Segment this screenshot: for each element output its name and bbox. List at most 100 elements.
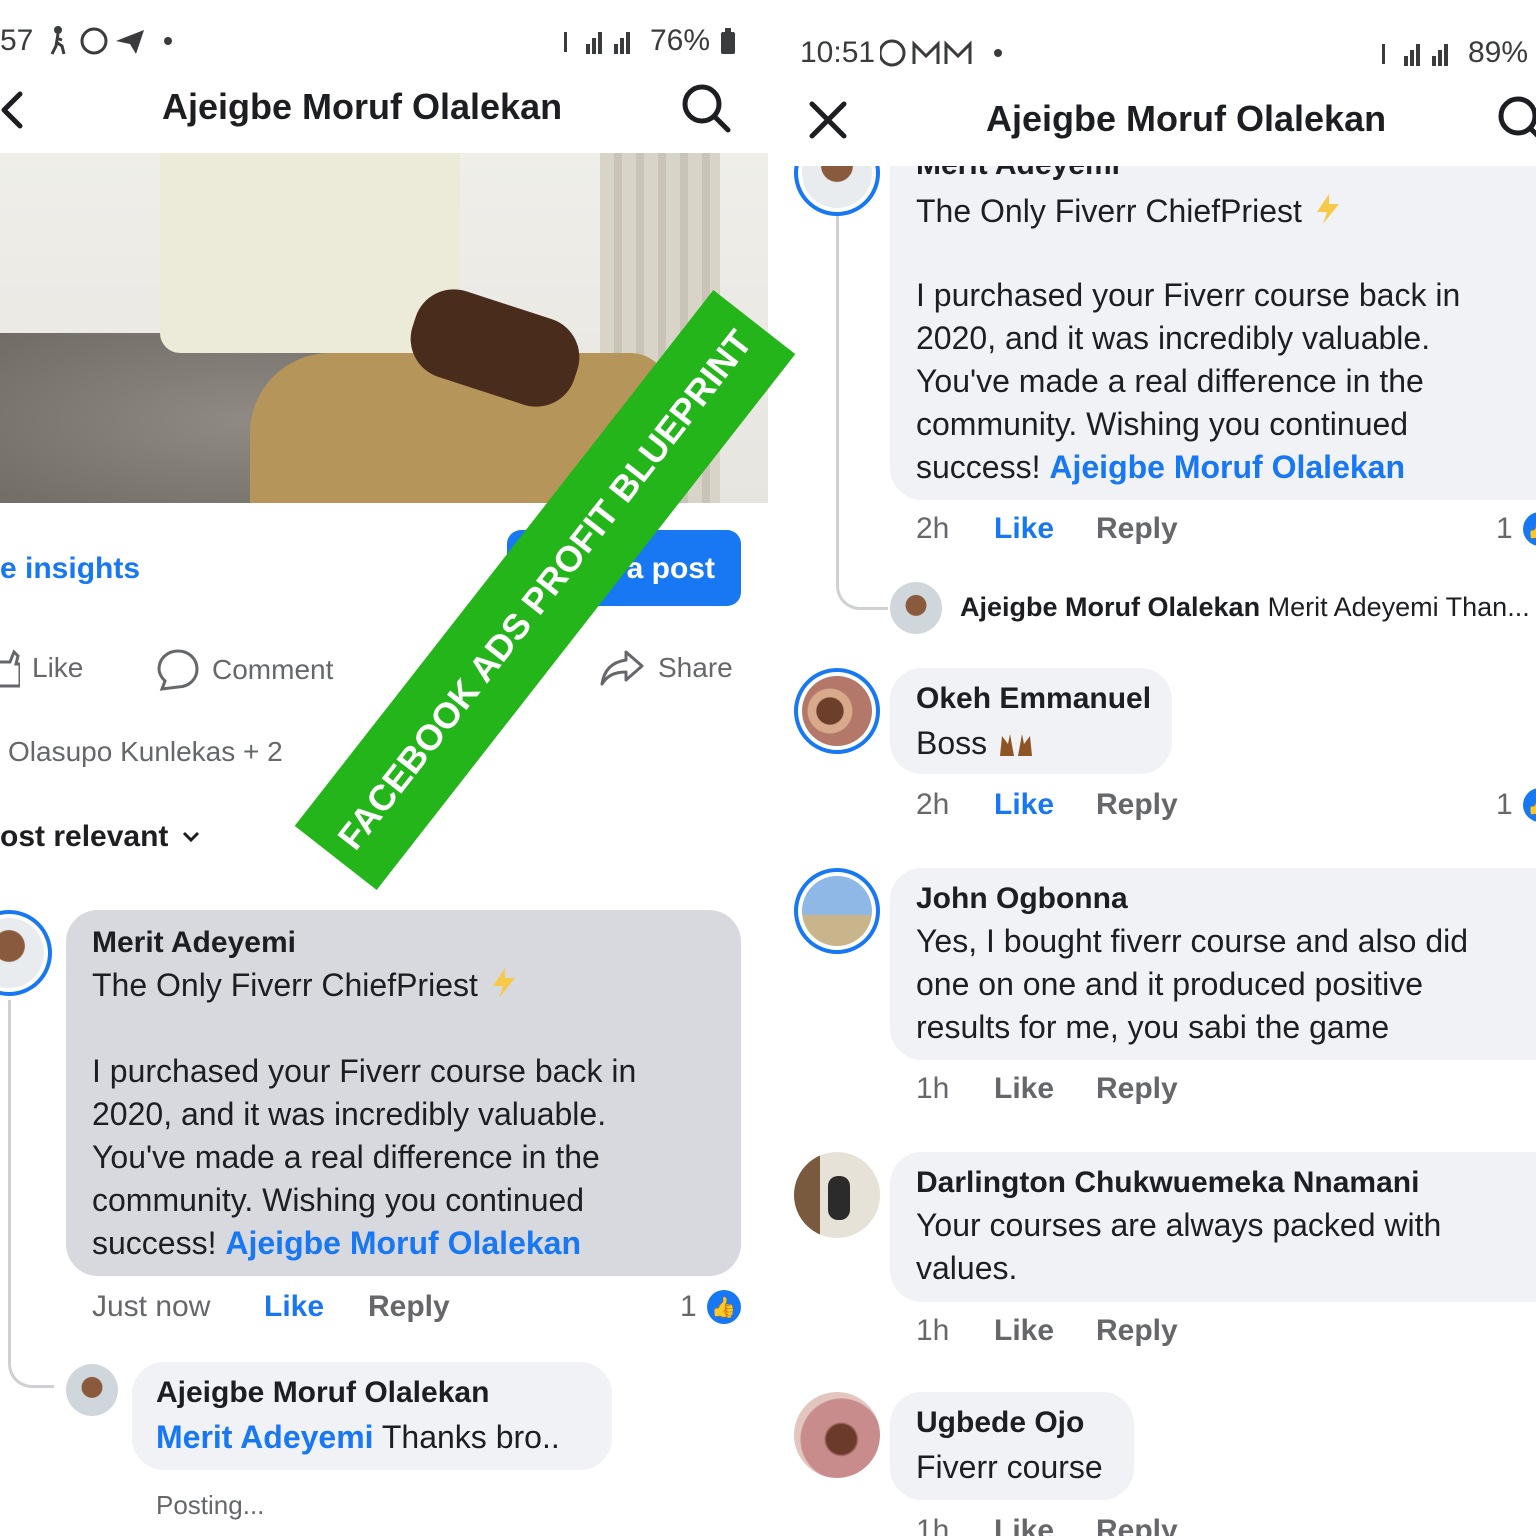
reply-author[interactable]: Ajeigbe Moruf Olalekan [156,1376,489,1410]
comment-like-button[interactable]: Like [994,788,1054,822]
comment-line: Your courses are always packed with [916,1207,1442,1243]
comment-bubble-john[interactable]: John Ogbonna Yes, I bought fiverr course… [890,868,1536,1060]
reply-mention-link[interactable]: Merit Adeyemi [156,1419,374,1455]
status-notification-icons [878,36,1010,78]
comment-line: 2020, and it was incredibly valuable. [92,1096,607,1132]
share-icon [600,650,644,686]
comment-author[interactable]: Ugbede Ojo [916,1406,1084,1440]
battery-icon [721,28,735,54]
comment-author[interactable]: Merit Adeyemi [916,166,1120,182]
author-badge: The Only Fiverr ChiefPriest [916,190,1345,233]
thumbs-up-icon [0,649,20,688]
share-action[interactable]: Share [600,648,733,688]
comment-line: Yes, I bought fiverr course and also did [916,923,1469,959]
comment-author[interactable]: Okeh Emmanuel [916,682,1151,716]
comment-author[interactable]: John Ogbonna [916,882,1128,916]
comment-meta: 2h Like Reply 1 👍 [916,788,1536,828]
comment-reply-button[interactable]: Reply [1096,1072,1178,1106]
avatar-john-ogbonna[interactable] [794,868,880,954]
sort-label: ost relevant [0,820,169,853]
avatar-ugbede-ojo[interactable] [794,1392,880,1478]
search-icon[interactable] [1496,94,1536,146]
reply-bubble-ajeigbe[interactable]: Ajeigbe Moruf Olalekan Merit Adeyemi Tha… [132,1362,612,1470]
comment-line-last: success! Ajeigbe Moruf Olalekan [916,446,1460,489]
comment-line-prefix: success! [92,1225,226,1261]
comment-action-label: Comment [212,654,334,685]
comment-bubble-ugbede[interactable]: Ugbede Ojo Fiverr course [890,1392,1134,1500]
comment-reply-button[interactable]: Reply [1096,512,1178,546]
comment-line: one on one and it produced positive [916,966,1424,1002]
like-action[interactable]: Like [0,648,83,688]
comment-line: I purchased your Fiverr course back in [92,1053,637,1089]
notification-icons [878,39,1002,67]
comment-like-button[interactable]: Like [264,1290,324,1324]
comments-list[interactable]: Merit Adeyemi The Only Fiverr ChiefPries… [768,166,1536,1536]
comment-like-button[interactable]: Like [994,512,1054,546]
comment-reply-button[interactable]: Reply [1096,1514,1178,1536]
status-time: 10:51 [800,36,876,69]
lightning-icon [492,968,515,998]
comment-time: 1h [916,1514,950,1536]
comment-time: Just now [92,1290,211,1323]
avatar-merit-adeyemi[interactable] [794,166,880,216]
badge-text: The Only Fiverr ChiefPriest [916,193,1302,229]
comment-line: results for me, you sabi the game [916,1009,1390,1045]
see-insights-link[interactable]: e insights [0,552,140,586]
reactors-summary[interactable]: Olasupo Kunlekas + 2 [8,736,283,768]
boost-post-label: a post [626,552,715,585]
mention-link[interactable]: Ajeigbe Moruf Olalekan [225,1225,581,1261]
comment-icon [157,649,199,691]
comment-like-button[interactable]: Like [994,1314,1054,1348]
comment-body: Boss [916,722,1036,765]
status-time: 57 [0,24,34,57]
author-badge: The Only Fiverr ChiefPriest [92,964,521,1007]
avatar-ajeigbe[interactable] [890,582,942,634]
reply-text: Merit Adeyemi Thanks bro.. [156,1416,560,1459]
comment-reply-button[interactable]: Reply [368,1290,450,1324]
comment-line-prefix: success! [916,449,1050,485]
avatar-ajeigbe[interactable] [66,1364,118,1416]
comment-reply-button[interactable]: Reply [1096,788,1178,822]
avatar-merit-adeyemi[interactable] [0,910,52,996]
comment-author[interactable]: Merit Adeyemi [92,926,296,960]
close-icon[interactable] [808,100,848,140]
comment-action[interactable]: Comment [156,648,333,692]
posting-status: Posting... [156,1490,265,1520]
comment-time: 1h [916,1314,950,1347]
comment-bubble-merit[interactable]: Merit Adeyemi The Only Fiverr ChiefPries… [890,166,1536,500]
like-action-label: Like [32,652,84,683]
status-right: 89% [1378,36,1528,70]
avatar-darlington[interactable] [794,1152,880,1238]
search-icon[interactable] [680,82,732,134]
thread-connector [8,1000,54,1388]
comment-author[interactable]: Darlington Chukwuemeka Nnamani [916,1166,1419,1200]
header-bar: Ajeigbe Moruf Olalekan [768,80,1536,160]
notification-icons [50,26,172,55]
comment-like-count[interactable]: 1 👍 [680,1290,741,1324]
comment-bubble-darlington[interactable]: Darlington Chukwuemeka Nnamani Your cour… [890,1152,1536,1302]
comment-bubble-okeh[interactable]: Okeh Emmanuel Boss [890,668,1172,774]
sort-dropdown[interactable]: ost relevant [0,820,200,854]
comment-meta: Just now Like Reply 1 👍 [92,1290,752,1330]
comment-like-count[interactable]: 1 👍 [1496,512,1536,546]
comment-line: You've made a real difference in the [916,363,1424,399]
comment-meta: 1h Like Reply [916,1314,1536,1354]
back-arrow-icon[interactable] [0,90,24,130]
reply-author: Ajeigbe Moruf Olalekan [960,592,1261,622]
comment-like-button[interactable]: Like [994,1072,1054,1106]
like-badge-icon: 👍 [1522,512,1536,546]
comment-like-count[interactable]: 1 👍 [1496,788,1536,822]
mention-link[interactable]: Ajeigbe Moruf Olalekan [1049,449,1405,485]
share-action-label: Share [658,652,733,683]
comment-body: Your courses are always packed with valu… [916,1204,1441,1290]
comment-reply-button[interactable]: Reply [1096,1314,1178,1348]
comment-bubble-merit[interactable]: Merit Adeyemi The Only Fiverr ChiefPries… [66,910,741,1276]
reply-preview[interactable]: Ajeigbe Moruf Olalekan Merit Adeyemi Tha… [960,592,1530,623]
avatar-okeh-emmanuel[interactable] [794,668,880,754]
comment-line: values. [916,1250,1018,1286]
comment-meta: 1h Like Reply [916,1072,1536,1112]
comment-like-button[interactable]: Like [994,1514,1054,1536]
comment-body: I purchased your Fiverr course back in 2… [92,1050,636,1265]
reply-preview-text: Merit Adeyemi Than... [1267,592,1530,622]
reaction-bar: Like Comment Share [0,648,768,698]
